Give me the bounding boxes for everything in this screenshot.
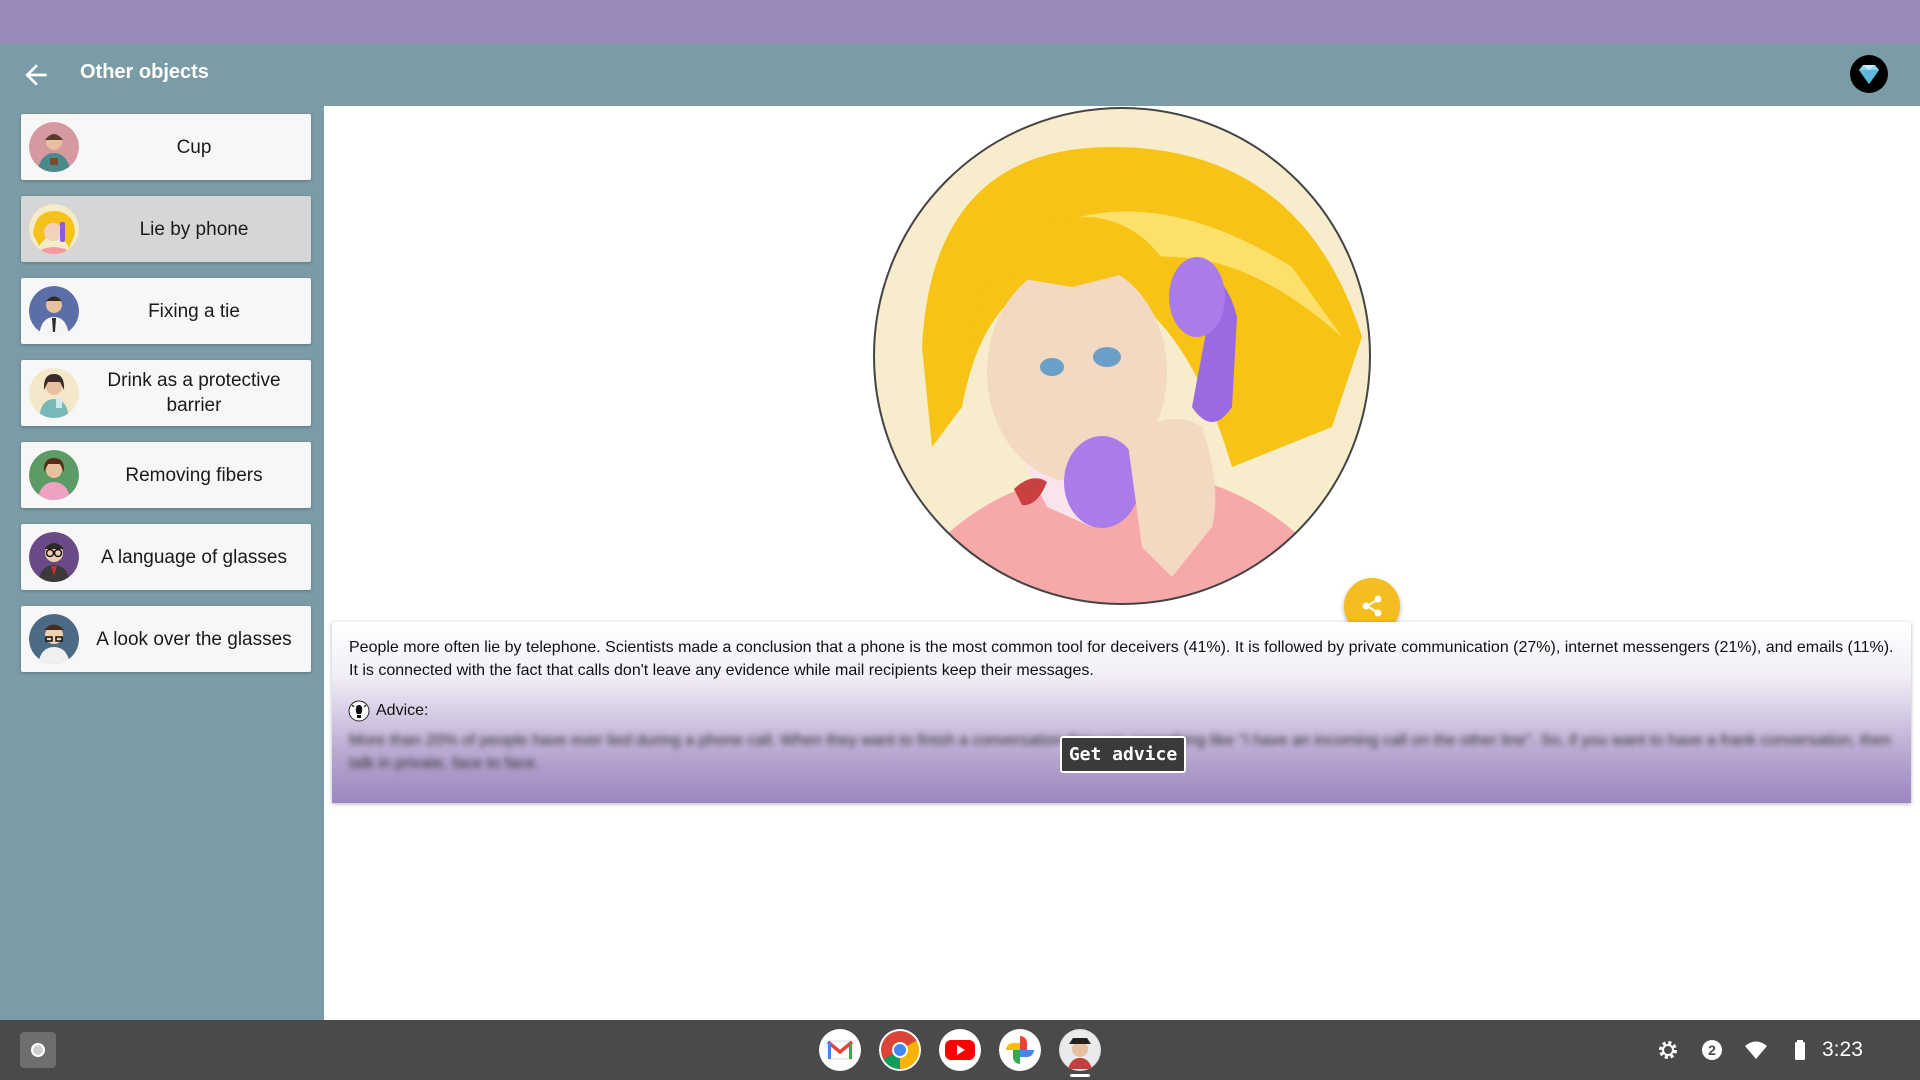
- lightbulb-icon: [348, 700, 370, 722]
- notification-count: 2: [1708, 1042, 1716, 1058]
- notification-count-icon: 2: [1702, 1040, 1722, 1060]
- chrome-icon: [881, 1031, 920, 1069]
- body-language-app-icon: [1060, 1030, 1100, 1070]
- list-item-label: Drink as a protective barrier: [107, 370, 281, 416]
- photos-app[interactable]: [999, 1029, 1041, 1071]
- clock[interactable]: 3:23: [1822, 1038, 1863, 1062]
- battery-icon: [1795, 1040, 1805, 1060]
- tie-avatar: [29, 286, 79, 336]
- list-item-label: Removing fibers: [125, 464, 263, 486]
- advice-header: Advice:: [348, 699, 428, 723]
- glasses-avatar: [29, 532, 79, 582]
- launcher-button[interactable]: [20, 1032, 56, 1068]
- page-title: Other objects: [80, 61, 209, 83]
- topic-list: Cup Lie by phone Fixing a tie Drink as a…: [0, 106, 324, 1020]
- gear-icon: [1659, 1041, 1677, 1059]
- body-language-app[interactable]: [1059, 1029, 1101, 1071]
- list-item-cup[interactable]: Cup: [21, 114, 311, 180]
- list-item-fixing-a-tie[interactable]: Fixing a tie: [21, 278, 311, 344]
- active-app-indicator: [1070, 1074, 1090, 1077]
- list-item-label: Lie by phone: [139, 218, 249, 240]
- photos-icon: [1006, 1036, 1034, 1064]
- launcher-icon: [31, 1043, 45, 1057]
- arrow-back-icon: [25, 64, 47, 86]
- youtube-icon: [945, 1040, 975, 1060]
- list-item-lie-by-phone[interactable]: Lie by phone: [21, 196, 311, 262]
- gmail-app[interactable]: [819, 1029, 861, 1071]
- list-item-label: Cup: [176, 136, 212, 158]
- fibers-avatar: [29, 450, 79, 500]
- drink-avatar: [29, 368, 79, 418]
- list-item-a-language-of-glasses[interactable]: A language of glasses: [21, 524, 311, 590]
- article-text: People more often lie by telephone. Scie…: [349, 639, 1894, 679]
- list-item-label: A look over the glasses: [96, 628, 292, 650]
- back-button[interactable]: [20, 59, 52, 91]
- notification-badge[interactable]: 2: [1700, 1038, 1724, 1062]
- wifi-icon: [1745, 1041, 1767, 1059]
- system-status-bar: [0, 0, 1920, 43]
- premium-button[interactable]: [1850, 55, 1888, 93]
- list-item-label: A language of glasses: [101, 546, 287, 568]
- look-over-glasses-avatar: [29, 614, 79, 664]
- article-card: People more often lie by telephone. Scie…: [332, 622, 1911, 803]
- list-item-a-look-over-the-glasses[interactable]: A look over the glasses: [21, 606, 311, 672]
- battery-tray-button[interactable]: [1788, 1038, 1812, 1062]
- diamond-icon: [1859, 65, 1879, 84]
- advice-label: Advice:: [376, 702, 429, 719]
- app-bar: Other objects: [0, 43, 1920, 106]
- chrome-app[interactable]: [879, 1029, 921, 1071]
- settings-tray-button[interactable]: [1656, 1038, 1680, 1062]
- system-shelf: 2 3:23: [0, 1020, 1920, 1080]
- get-advice-button[interactable]: Get advice: [1060, 736, 1186, 773]
- cup-avatar: [29, 122, 79, 172]
- list-item-drink-as-a-protective-barrier[interactable]: Drink as a protective barrier: [21, 360, 311, 426]
- youtube-app[interactable]: [939, 1029, 981, 1071]
- phone-call-illustration: [873, 107, 1371, 605]
- wifi-tray-button[interactable]: [1744, 1038, 1768, 1062]
- list-item-label: Fixing a tie: [148, 300, 240, 322]
- gmail-icon: [826, 1040, 854, 1060]
- list-item-removing-fibers[interactable]: Removing fibers: [21, 442, 311, 508]
- phone-avatar: [29, 204, 79, 254]
